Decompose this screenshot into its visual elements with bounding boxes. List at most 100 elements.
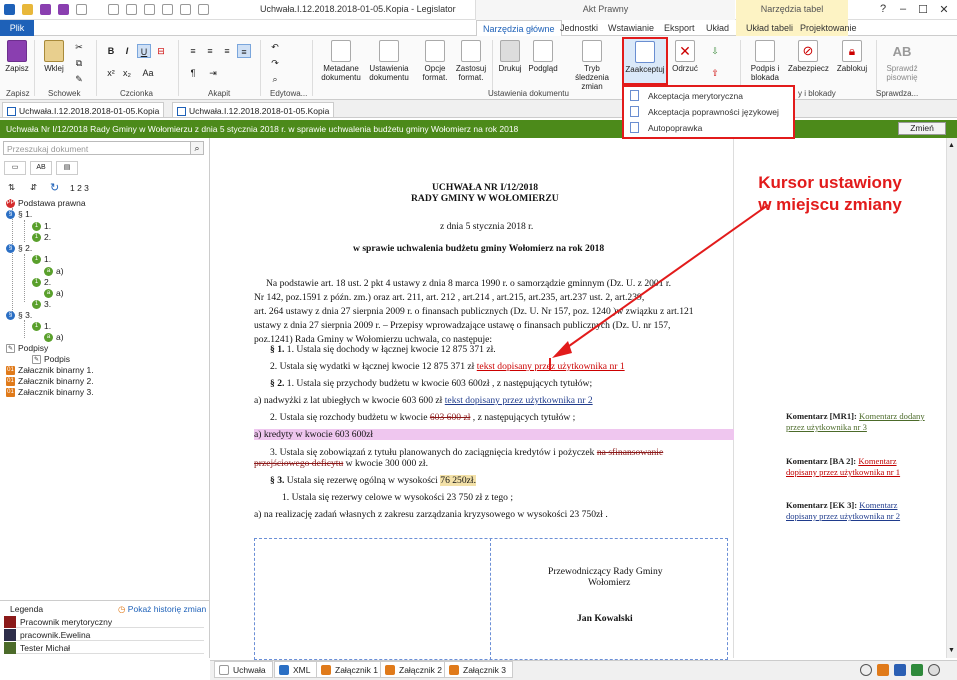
tree-item-par2[interactable]: § § 2.	[6, 243, 32, 254]
paste-button[interactable]: Wklej	[40, 40, 68, 73]
pdf-export-icon[interactable]	[877, 664, 889, 676]
tree-item-zal1[interactable]: 01 Załacznik binarny 1.	[6, 365, 94, 376]
tab-narzedzia-glowne[interactable]: Narzędzia główne	[476, 20, 562, 37]
protect-button[interactable]: ⊘ Zabezpiecz	[788, 40, 829, 73]
tree-item-podpis[interactable]: ✎ Podpis	[32, 354, 70, 365]
search-input[interactable]: Przeszukaj dokument	[3, 141, 192, 155]
scroll-down-icon[interactable]: ▼	[948, 647, 955, 654]
refresh-icon[interactable]: ↻	[50, 181, 59, 194]
pilcrow-icon[interactable]: ¶	[186, 66, 200, 80]
tree-item-podpisy[interactable]: ✎ Podpisy	[6, 343, 48, 354]
tree-item-zal3[interactable]: 01 Załacznik binarny 3.	[6, 387, 94, 398]
metadata-button[interactable]: Metadane dokumentu	[318, 40, 364, 82]
tab-uklad[interactable]: Układ	[706, 23, 729, 33]
align-right-icon[interactable]: ≡	[220, 44, 234, 58]
minimize-button[interactable]: –	[896, 3, 910, 17]
tree-item-par1-2[interactable]: 1 2.	[32, 232, 51, 243]
apply-format-button[interactable]: Zastosuj format.	[454, 40, 488, 82]
open-icon[interactable]	[22, 4, 33, 15]
doc-tab-1[interactable]: Uchwała.I.12.2018.2018-01-05.Kopia	[2, 102, 165, 118]
tree-item-par1[interactable]: § § 1.	[6, 209, 32, 220]
font-size-icon[interactable]: Aa	[138, 66, 158, 80]
signature-button[interactable]: Podpis i blokada	[746, 40, 784, 82]
scroll-up-icon[interactable]: ▲	[948, 142, 955, 149]
show-history-link[interactable]: ◷ Pokaż historię zmian	[118, 604, 206, 615]
font-color-icon[interactable]: ⊟	[154, 44, 168, 58]
comment-mr1[interactable]: Komentarz [MR1]: Komentarz dodany przez …	[786, 411, 925, 433]
doc-more-icon[interactable]	[198, 4, 209, 15]
word-export-icon[interactable]	[894, 664, 906, 676]
doc-tab-2[interactable]: Uchwała.I.12.2018.2018-01-05.Kopia	[172, 102, 335, 118]
tab-pages[interactable]: ▤	[56, 161, 78, 175]
help-icon[interactable]: ?	[876, 3, 890, 17]
doc-copy-icon[interactable]	[126, 4, 137, 15]
menu-item-autopoprawka[interactable]: Autopoprawka	[630, 122, 702, 133]
tree-item-par3-1a[interactable]: a a)	[44, 332, 64, 343]
subscript-icon[interactable]: x₂	[120, 66, 134, 80]
doc-print-icon[interactable]	[180, 4, 191, 15]
tree-item-zal2[interactable]: 01 Załacznik binarny 2.	[6, 376, 94, 387]
close-button[interactable]: ✕	[937, 3, 951, 17]
bottom-tab-zal2[interactable]: Załącznik 2	[380, 661, 449, 678]
doc-settings-button[interactable]: Ustawienia dokumentu	[366, 40, 412, 82]
align-center-icon[interactable]: ≡	[203, 44, 217, 58]
tab-eksport[interactable]: Eksport	[664, 23, 695, 33]
accept-button[interactable]: Zaakceptuj	[622, 37, 668, 85]
underline-icon[interactable]: U	[137, 44, 151, 58]
cut-icon[interactable]: ✂	[72, 40, 86, 54]
find-icon[interactable]: ⌕	[268, 72, 282, 86]
format-painter-icon[interactable]: ✎	[72, 72, 86, 86]
tab-structure[interactable]: ▭	[4, 161, 26, 175]
collapse-all-icon[interactable]: ⇵	[30, 182, 37, 193]
superscript-icon[interactable]: x²	[104, 66, 118, 80]
doc-icon[interactable]	[108, 4, 119, 15]
menu-item-akceptacja-merytoryczna[interactable]: Akceptacja merytoryczna	[630, 90, 743, 101]
preview-button[interactable]: Podgląd	[528, 40, 558, 73]
bold-icon[interactable]: B	[104, 44, 118, 58]
tab-projektowanie[interactable]: Projektowanie	[800, 23, 857, 33]
new-doc-icon[interactable]	[76, 4, 87, 15]
tree-item-par3-1[interactable]: 1 1.	[32, 321, 51, 332]
doc-export-icon[interactable]	[144, 4, 155, 15]
tree-item-par3[interactable]: § § 3.	[6, 310, 32, 321]
print-button[interactable]: Drukuj	[496, 40, 524, 73]
menu-item-akceptacja-jezykowa[interactable]: Akceptacja poprawności językowej	[630, 106, 779, 117]
save-icon[interactable]	[40, 4, 51, 15]
format-options-button[interactable]: Opcje format.	[418, 40, 452, 82]
justify-icon[interactable]: ≡	[237, 44, 251, 58]
italic-icon[interactable]: I	[120, 44, 134, 58]
tab-wstawianie[interactable]: Wstawianie	[608, 23, 654, 33]
comment-ba2[interactable]: Komentarz [BA 2]: Komentarz dopisany prz…	[786, 456, 900, 478]
next-change-icon[interactable]: ⇩	[708, 44, 722, 58]
save-as-icon[interactable]	[58, 4, 69, 15]
tab-jednostki[interactable]: Jednostki	[560, 23, 598, 33]
tab-uklad-tabeli[interactable]: Układ tabeli	[746, 23, 793, 33]
tree-item-par2-1[interactable]: 1 1.	[32, 254, 51, 265]
bottom-tab-zal1[interactable]: Załącznik 1	[316, 661, 385, 678]
change-button[interactable]: Zmień	[898, 122, 946, 135]
save-button[interactable]: Zapisz	[4, 40, 30, 73]
reject-button[interactable]: ✕ Odrzuć	[670, 40, 700, 73]
tree-item-par1-1[interactable]: 1 1.	[32, 221, 51, 232]
search-icon[interactable]: ⌕	[190, 141, 204, 155]
tab-text[interactable]: AB	[30, 161, 52, 175]
maximize-button[interactable]: ☐	[916, 3, 930, 17]
undo-icon[interactable]: ↶	[268, 40, 282, 54]
spellcheck-button[interactable]: AB Sprawdź pisownię	[882, 40, 922, 82]
settings-icon[interactable]	[928, 664, 940, 676]
track-changes-button[interactable]: Tryb śledzenia zmian	[568, 40, 616, 91]
bottom-tab-xml[interactable]: XML	[274, 661, 318, 678]
tree-item-podstawa[interactable]: PP Podstawa prawna	[6, 198, 86, 209]
comment-ek3[interactable]: Komentarz [EK 3]: Komentarz dopisany prz…	[786, 500, 900, 522]
doc-compare-icon[interactable]	[162, 4, 173, 15]
tree-item-par2-2a[interactable]: a a)	[44, 288, 64, 299]
bottom-tab-uchwala[interactable]: Uchwała	[214, 661, 273, 678]
vertical-scrollbar[interactable]: ▲ ▼	[946, 138, 957, 658]
status-icon[interactable]	[860, 664, 872, 676]
bottom-tab-zal3[interactable]: Załącznik 3	[444, 661, 513, 678]
excel-export-icon[interactable]	[911, 664, 923, 676]
redo-icon[interactable]: ↷	[268, 56, 282, 70]
tree-levels[interactable]: 1 2 3	[70, 183, 89, 193]
prev-change-icon[interactable]: ⇧	[708, 66, 722, 80]
copy-icon[interactable]: ⧉	[72, 56, 86, 70]
